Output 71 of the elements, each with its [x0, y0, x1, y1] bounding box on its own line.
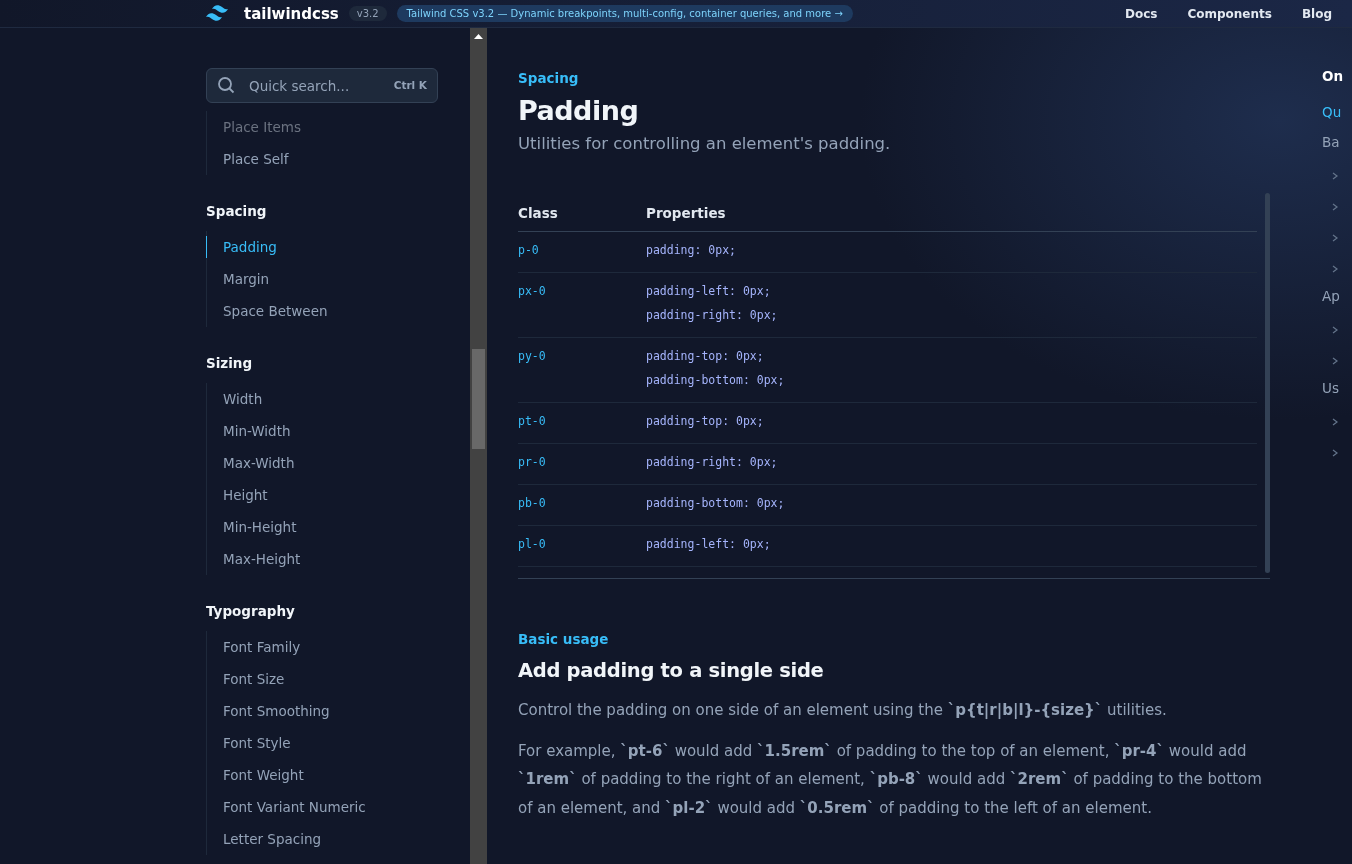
- shortcut-hint: Ctrl K: [393, 79, 427, 91]
- table-scrollbar-thumb[interactable]: [1265, 193, 1270, 573]
- toc-link[interactable]: Us: [1322, 380, 1339, 396]
- property-text: padding: 0px;: [646, 242, 737, 259]
- sidebar-link[interactable]: Padding: [206, 236, 277, 258]
- logo-wordmark[interactable]: tailwindcss: [244, 4, 339, 23]
- sidebar-link[interactable]: Min-Width: [206, 420, 291, 442]
- chevron-icon: [1332, 449, 1338, 457]
- property-text: padding-left: 0px;: [646, 536, 772, 553]
- toc-link[interactable]: Ba: [1322, 134, 1340, 150]
- class-name-cell: p-0: [518, 231, 646, 273]
- sidebar-link[interactable]: Max-Height: [206, 548, 301, 570]
- property-text: padding-right: 0px;: [646, 307, 779, 324]
- column-header: Properties: [646, 193, 1257, 232]
- sidebar-link[interactable]: Font Variant Numeric: [206, 796, 366, 818]
- announcement-link[interactable]: Tailwind CSS v3.2 — Dynamic breakpoints, multi-config, container queries, and more →: [396, 5, 853, 22]
- chevron-icon: [1332, 265, 1338, 273]
- class-name-cell: px-0: [518, 272, 646, 338]
- chevron-icon: [1332, 357, 1338, 365]
- nav-link[interactable]: Components: [1187, 6, 1272, 21]
- section-heading: Sizing: [206, 355, 254, 371]
- scrollbar-thumb[interactable]: [472, 349, 485, 449]
- sidebar-link[interactable]: Height: [206, 484, 268, 506]
- nav-link[interactable]: Docs: [1124, 6, 1158, 21]
- sidebar-link[interactable]: Font Style: [206, 732, 291, 754]
- chevron-icon: [1332, 203, 1338, 211]
- search-icon: [217, 76, 235, 94]
- property-text: padding-left: 0px;: [646, 283, 772, 300]
- column-header: Class: [518, 193, 646, 232]
- sidebar-link[interactable]: Place Self: [206, 148, 289, 170]
- toc-heading: On: [1322, 68, 1344, 84]
- sidebar-link[interactable]: Min-Height: [206, 516, 297, 538]
- class-name-cell: py-0: [518, 337, 646, 403]
- chevron-icon: [1332, 234, 1338, 242]
- sidebar-link[interactable]: Width: [206, 388, 263, 410]
- section-heading: Spacing: [206, 203, 268, 219]
- sidebar-link[interactable]: Max-Width: [206, 452, 295, 474]
- scrollbar[interactable]: [470, 28, 487, 864]
- property-text: padding-top: 0px;: [646, 348, 765, 365]
- class-name-cell: pb-0: [518, 484, 646, 526]
- property-text: padding-bottom: 0px;: [646, 372, 786, 389]
- sidebar-link[interactable]: Place Items: [206, 116, 301, 138]
- nav-link[interactable]: Blog: [1301, 6, 1332, 21]
- property-text: padding-right: 0px;: [646, 454, 779, 471]
- paragraph: Control the padding on one side of an element using the `p{t|r|b|l}-{size}` utilities.: [518, 700, 1168, 721]
- property-text: padding-top: 0px;: [646, 413, 765, 430]
- version-selector[interactable]: v3.2: [348, 6, 387, 21]
- sidebar-link[interactable]: Margin: [206, 268, 270, 290]
- sidebar-link[interactable]: Font Size: [206, 668, 285, 690]
- section-label: Spacing: [518, 70, 580, 86]
- sidebar-link[interactable]: Letter Spacing: [206, 828, 322, 850]
- chevron-icon: [1332, 172, 1338, 180]
- page-title: Padding: [518, 95, 640, 126]
- toc-link[interactable]: Ap: [1322, 288, 1340, 304]
- property-text: padding-bottom: 0px;: [646, 495, 786, 512]
- sidebar-link[interactable]: Font Smoothing: [206, 700, 330, 722]
- toc-link[interactable]: Qu: [1322, 104, 1342, 120]
- class-name-cell: pr-0: [518, 443, 646, 485]
- sidebar-link[interactable]: Font Family: [206, 636, 301, 658]
- chevron-icon: [1332, 326, 1338, 334]
- sidebar-link[interactable]: Space Between: [206, 300, 328, 322]
- page-description: Utilities for controlling an element's padding.: [518, 134, 892, 153]
- scroll-up-arrow-icon: [474, 34, 483, 39]
- section-heading: Typography: [206, 603, 296, 619]
- paragraph: For example, `pt-6` would add `1.5rem` of padding to the top of an element, `pr-4` would add `1rem` of padding to the right of an element, `pb-8` would add `2rem` of padding to the bottom of an element, and `pl-2` would add `0.5rem` of padding to the left of an element.: [518, 740, 1263, 819]
- section-heading: Add padding to a single side: [518, 659, 825, 682]
- sidebar-link[interactable]: Font Weight: [206, 764, 304, 786]
- class-name-cell: pt-0: [518, 402, 646, 444]
- class-name-cell: pl-0: [518, 525, 646, 567]
- chevron-icon: [1332, 418, 1338, 426]
- section-label: Basic usage: [518, 631, 610, 647]
